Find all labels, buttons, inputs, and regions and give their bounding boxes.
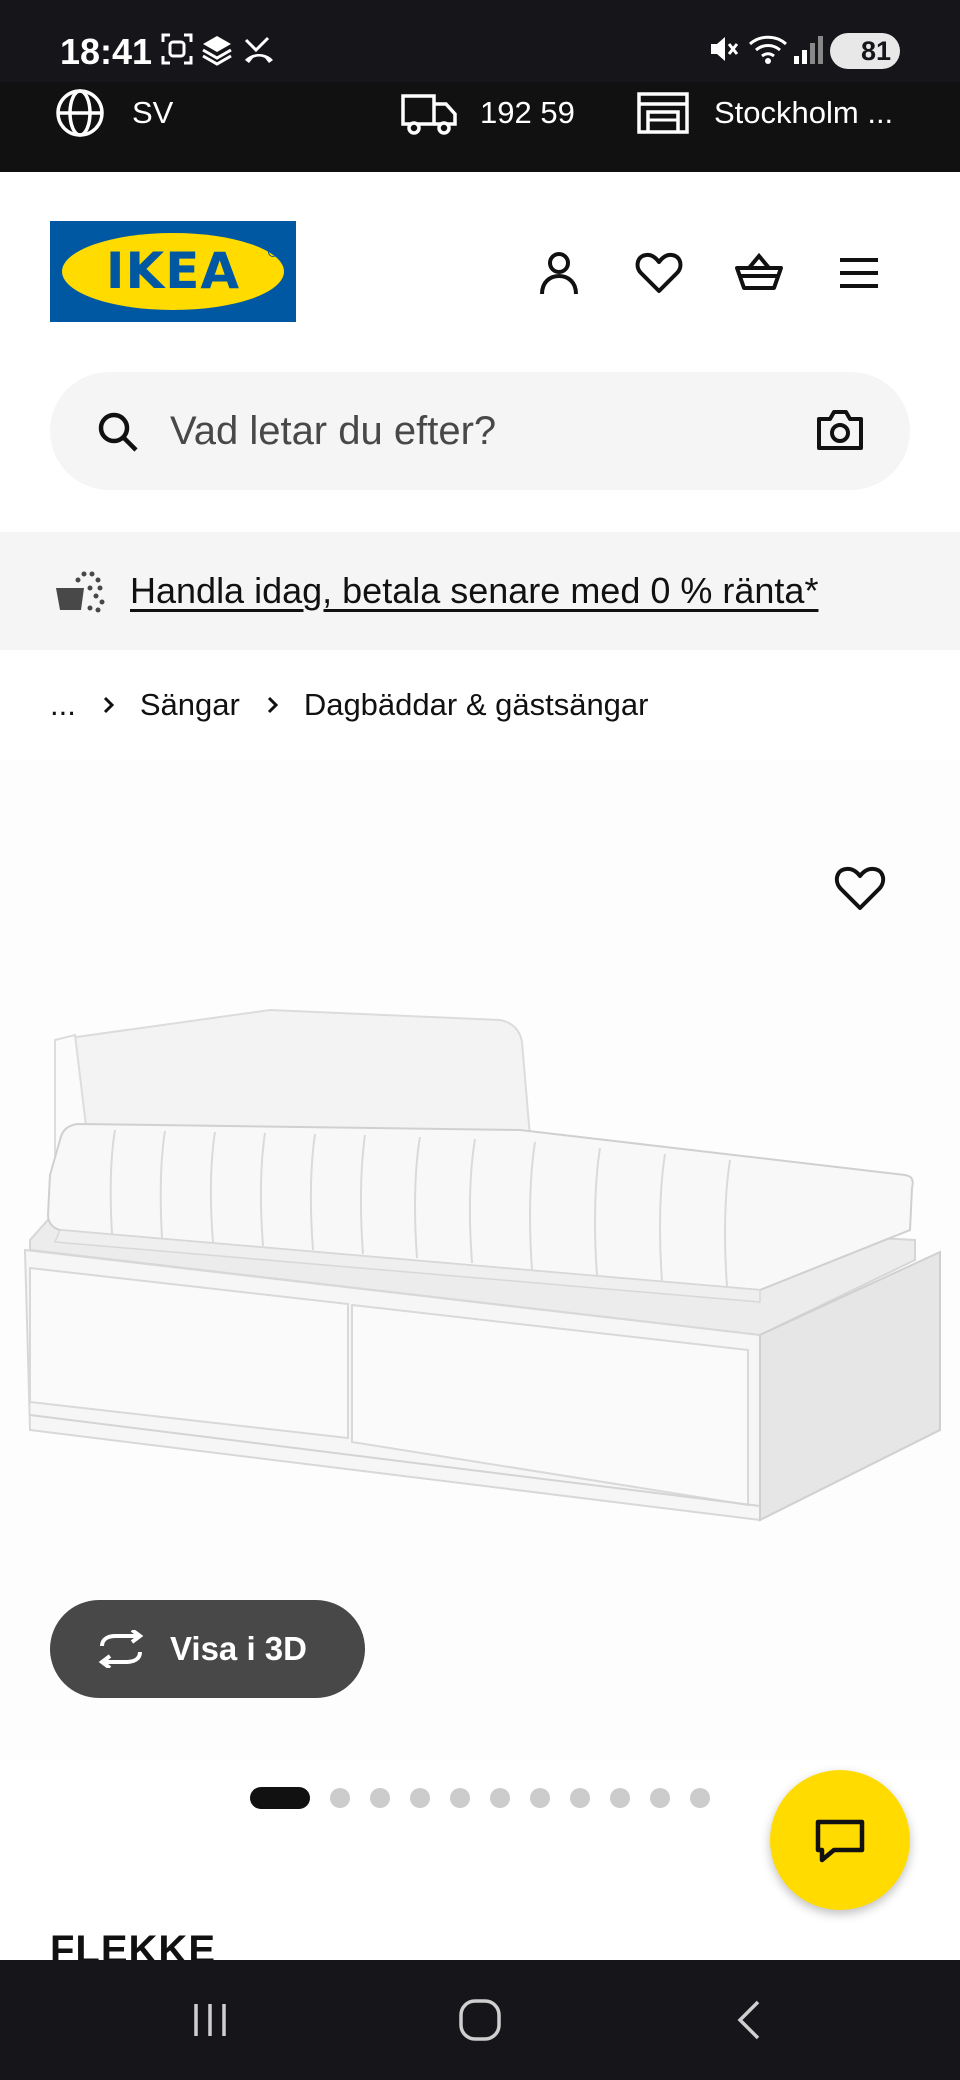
breadcrumb-item-dagbaddar[interactable]: Dagbäddar & gästsängar — [304, 687, 649, 723]
carousel-dot[interactable] — [570, 1788, 590, 1808]
logo-text: IKEA — [105, 242, 241, 300]
breadcrumb-item-sangar[interactable]: Sängar — [140, 687, 240, 723]
carousel-dot[interactable] — [370, 1788, 390, 1808]
home-button[interactable] — [400, 1960, 560, 2080]
carousel-dot[interactable] — [450, 1788, 470, 1808]
site-header: IKEA — [0, 172, 960, 362]
missed-call-icon — [244, 36, 273, 63]
carousel-dot[interactable] — [690, 1788, 710, 1808]
back-icon — [737, 2000, 760, 2040]
screenshot-icon — [161, 33, 193, 65]
view-in-3d-label: Visa i 3D — [170, 1630, 307, 1667]
chat-bubble-icon — [815, 1819, 865, 1863]
ikea-logo[interactable]: IKEA — [50, 221, 296, 322]
cart-icon[interactable] — [734, 248, 784, 298]
promo-link[interactable]: Handla idag, betala senare med 0 % ränta… — [130, 532, 818, 650]
language-label: SV — [132, 95, 174, 130]
breadcrumb: ... Sängar Dagbäddar & gästsängar — [50, 680, 649, 730]
search-placeholder: Vad letar du efter? — [170, 409, 497, 453]
search-icon — [98, 412, 138, 452]
mute-icon — [711, 37, 739, 61]
system-navigation-bar — [0, 1960, 960, 2080]
add-to-wishlist-icon[interactable] — [832, 860, 888, 916]
back-button[interactable] — [670, 1960, 830, 2080]
carousel-dot[interactable] — [410, 1788, 430, 1808]
carousel-dot[interactable] — [650, 1788, 670, 1808]
camera-icon[interactable] — [816, 408, 864, 452]
status-time: 18:41 — [60, 31, 153, 72]
store-icon — [637, 92, 689, 134]
rotate-3d-icon — [98, 1630, 144, 1668]
carousel-dot[interactable] — [330, 1788, 350, 1808]
menu-icon[interactable] — [834, 248, 884, 298]
postal-code: 192 59 — [480, 95, 575, 130]
signal-icon — [794, 36, 823, 64]
carousel-dot[interactable] — [250, 1787, 310, 1809]
view-in-3d-button[interactable]: Visa i 3D — [50, 1600, 365, 1698]
carousel-dot[interactable] — [610, 1788, 630, 1808]
carousel-dot[interactable] — [490, 1788, 510, 1808]
account-icon[interactable] — [534, 248, 584, 298]
chat-button[interactable] — [770, 1770, 910, 1910]
delivery-truck-icon — [401, 94, 457, 135]
home-icon — [459, 1999, 501, 2041]
store-selector[interactable]: Stockholm ... — [636, 82, 893, 144]
daybed-product-image — [23, 1008, 941, 1522]
battery-indicator: 81 — [830, 33, 900, 69]
store-name: Stockholm ... — [714, 95, 894, 130]
recent-apps-icon — [194, 2004, 226, 2036]
shopping-basket-icon — [56, 571, 105, 613]
recent-apps-button[interactable] — [130, 1960, 290, 2080]
stack-icon — [202, 36, 232, 66]
chevron-right-icon — [266, 695, 280, 715]
search-input[interactable]: Vad letar du efter? — [50, 372, 910, 490]
breadcrumb-ellipsis[interactable]: ... — [50, 687, 76, 723]
status-bar: 18:41 81 — [0, 0, 960, 82]
chevron-right-icon — [102, 695, 116, 715]
carousel-dot[interactable] — [530, 1788, 550, 1808]
wifi-icon — [748, 35, 788, 64]
promo-banner[interactable]: Handla idag, betala senare med 0 % ränta… — [0, 532, 960, 650]
globe-icon — [56, 89, 104, 137]
language-selector[interactable]: SV — [54, 82, 173, 144]
postal-code-selector[interactable]: 192 59 — [400, 82, 575, 144]
wishlist-icon[interactable] — [634, 248, 684, 298]
top-info-strip: SV 192 59 Stockholm ... — [0, 82, 960, 172]
